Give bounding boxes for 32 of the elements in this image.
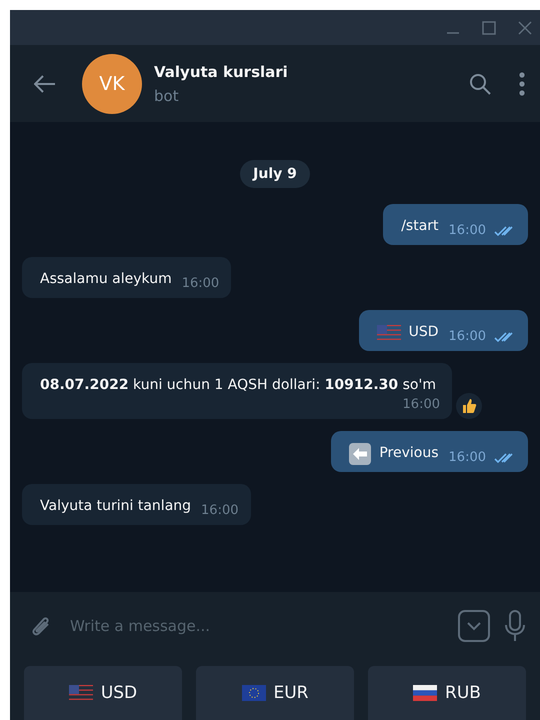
microphone-icon[interactable]: [504, 610, 526, 642]
chat-title: Valyuta kurslari: [154, 62, 289, 80]
message-time: 16:00: [448, 450, 486, 465]
chat-status: bot: [154, 86, 180, 104]
message-text: Valyuta turini tanlang: [40, 497, 192, 516]
more-icon[interactable]: [518, 72, 526, 96]
message-text: Assalamu aleykum: [40, 270, 172, 289]
message-time: 16:00: [182, 276, 220, 291]
keyboard-button[interactable]: RUB: [368, 666, 526, 720]
flag-icon: [242, 685, 266, 701]
message-text: Previous: [379, 444, 439, 463]
message-text: 08.07.2022 kuni uchun 1 AQSH dollari: 10912.30 so'm: [40, 376, 436, 395]
keyboard-toggle-icon[interactable]: [458, 610, 490, 642]
flag-icon: [413, 685, 438, 701]
search-icon[interactable]: [468, 72, 492, 96]
message-time: 16:00: [402, 397, 440, 412]
flag-icon: [68, 685, 93, 701]
message-time: 16:00: [201, 503, 238, 518]
message-time: 16:00: [448, 223, 486, 238]
message-text: USD: [408, 323, 439, 342]
keyboard-button[interactable]: EUR: [196, 666, 354, 720]
message-time: 16:00: [448, 329, 486, 344]
flag-icon: [376, 324, 401, 340]
close-icon[interactable]: [518, 20, 532, 34]
thumbs-up-icon: [461, 398, 477, 414]
keyboard-button[interactable]: USD: [24, 666, 182, 720]
reaction[interactable]: [456, 393, 482, 419]
maximize-icon[interactable]: [482, 20, 496, 34]
date-label: July 9: [240, 160, 310, 188]
avatar: VK: [82, 54, 142, 114]
message-text: /start: [401, 217, 439, 236]
back-arrow-icon[interactable]: [34, 74, 56, 92]
